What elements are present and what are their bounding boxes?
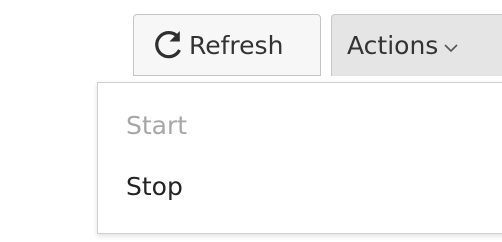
actions-dropdown-button[interactable]: Actions bbox=[331, 14, 502, 76]
refresh-icon bbox=[151, 28, 185, 62]
actions-menu: Start Stop bbox=[97, 82, 502, 234]
actions-button-label: Actions bbox=[347, 31, 439, 60]
toolbar-area: Refresh Actions Start Stop bbox=[0, 0, 502, 242]
menu-item-start: Start bbox=[126, 111, 188, 140]
chevron-down-icon bbox=[444, 43, 458, 53]
refresh-button[interactable]: Refresh bbox=[133, 14, 321, 76]
menu-item-stop[interactable]: Stop bbox=[126, 172, 183, 201]
refresh-button-label: Refresh bbox=[189, 30, 284, 60]
